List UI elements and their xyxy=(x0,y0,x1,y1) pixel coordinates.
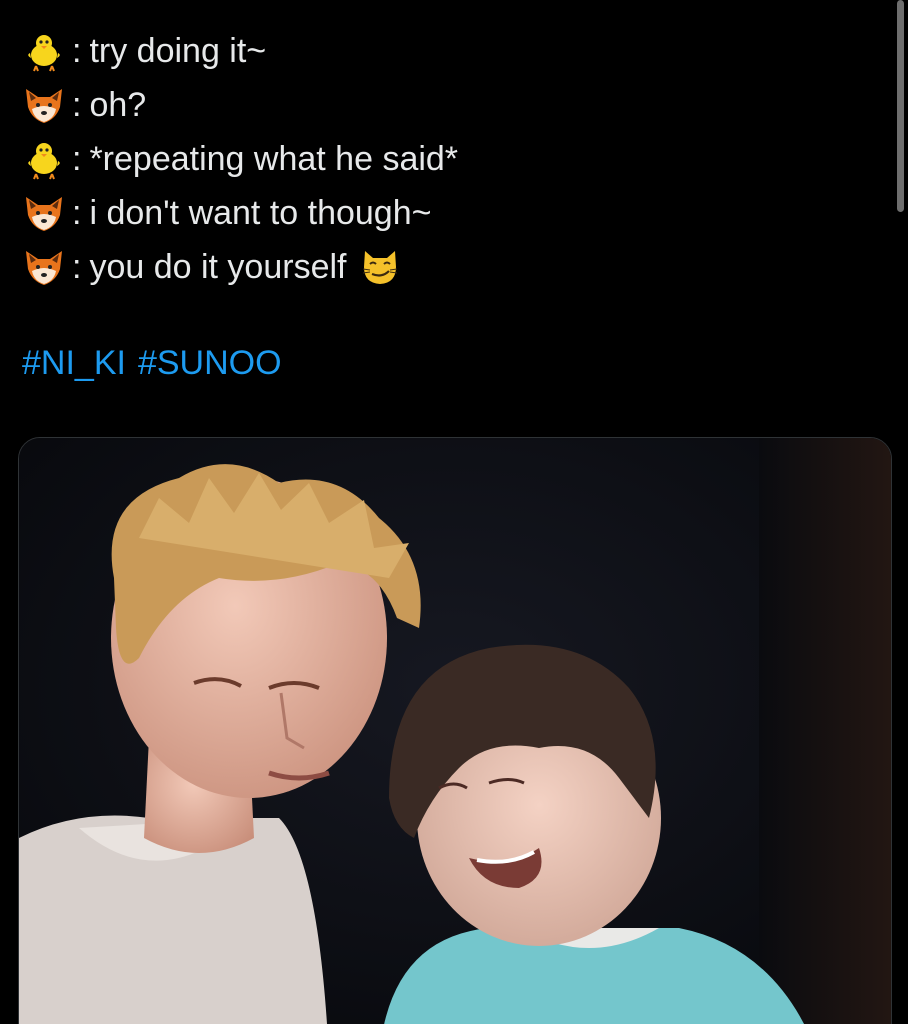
line-text: i don't want to though~ xyxy=(89,194,432,232)
tweet-line: : try doing it~ xyxy=(22,24,882,78)
tweet-line: : *repeating what he said* xyxy=(22,132,882,186)
baby-chick-icon xyxy=(22,137,66,181)
photo-of-two-people-icon xyxy=(19,438,891,1024)
separator: : xyxy=(72,248,82,286)
hashtag-row: #NI_KI #SUNOO xyxy=(22,336,294,390)
smirking-cat-icon xyxy=(360,247,400,287)
tweet-media-image[interactable] xyxy=(18,437,892,1024)
tweet-text: : try doing it~ : oh?: *repeating what … xyxy=(22,24,882,294)
line-text: oh? xyxy=(89,86,147,124)
scrollbar[interactable] xyxy=(897,0,904,212)
fox-face-icon xyxy=(22,245,66,289)
line-text: *repeating what he said* xyxy=(89,140,459,178)
fox-face-icon xyxy=(22,83,66,127)
tweet-line: : oh? xyxy=(22,78,882,132)
hashtag-link[interactable]: #NI_KI xyxy=(22,344,126,382)
tweet-line: : you do it yourself xyxy=(22,240,882,294)
separator: : xyxy=(72,140,82,178)
tweet-line: : i don't want to though~ xyxy=(22,186,882,240)
separator: : xyxy=(72,32,82,70)
separator: : xyxy=(72,86,82,124)
separator: : xyxy=(72,194,82,232)
line-text: you do it yourself xyxy=(89,248,347,286)
fox-face-icon xyxy=(22,191,66,235)
baby-chick-icon xyxy=(22,29,66,73)
line-text: try doing it~ xyxy=(89,32,267,70)
hashtag-link[interactable]: #SUNOO xyxy=(138,344,282,382)
